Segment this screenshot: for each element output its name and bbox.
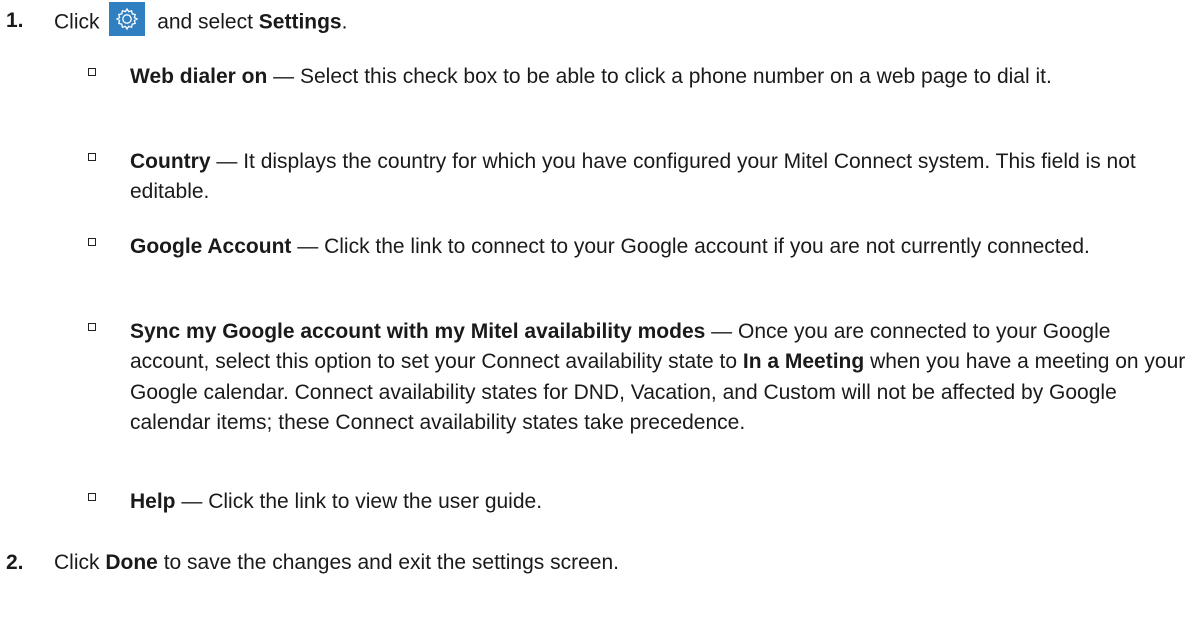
bullet-description: Click the link to view the user guide. [208, 490, 543, 513]
bullet-dash: — [216, 150, 238, 173]
done-label: Done [105, 551, 158, 574]
bullet-dash: — [711, 320, 733, 343]
bullet-marker [88, 153, 96, 161]
bullet-marker [88, 68, 96, 76]
bullet-dash: — [181, 490, 203, 513]
bullet-text: Sync my Google account with my Mitel ava… [130, 317, 1190, 439]
step-suffix: . [341, 10, 348, 34]
step-number: 2. [6, 551, 24, 574]
bullet-text: Help — Click the link to view the user g… [130, 487, 1190, 517]
bullet-term: Web dialer on [130, 65, 268, 88]
bullet-term: Google Account [130, 235, 292, 258]
bullet-text: Web dialer on — Select this check box to… [130, 62, 1190, 92]
bullet-marker [88, 493, 96, 501]
step-prefix: Click [54, 551, 100, 574]
settings-label: Settings [258, 10, 342, 34]
bullet-marker [88, 323, 96, 331]
step-prefix: Click [54, 10, 100, 34]
step-number: 1. [6, 9, 24, 32]
in-a-meeting-label: In a Meeting [742, 350, 865, 374]
bullet-text: Google Account — Click the link to conne… [130, 232, 1190, 262]
bullet-description: Select this check box to be able to clic… [300, 65, 1052, 88]
gear-icon[interactable] [109, 2, 146, 36]
bullet-marker [88, 238, 96, 246]
step-suffix: to save the changes and exit the setting… [163, 551, 619, 574]
step-text: Click and select Settings. [54, 2, 1194, 40]
bullet-term: Help [130, 490, 176, 513]
bullet-description: It displays the country for which you ha… [130, 150, 1136, 204]
bullet-term: Country [130, 150, 211, 173]
bullet-dash: — [297, 235, 319, 258]
step-middle: and select [157, 10, 253, 34]
bullet-dash: — [273, 65, 295, 88]
bullet-text: Country — It displays the country for wh… [130, 147, 1190, 208]
bullet-term: Sync my Google account with my Mitel ava… [130, 320, 706, 343]
bullet-description: Click the link to connect to your Google… [324, 235, 1090, 258]
step-text: Click Done to save the changes and exit … [54, 548, 1194, 578]
